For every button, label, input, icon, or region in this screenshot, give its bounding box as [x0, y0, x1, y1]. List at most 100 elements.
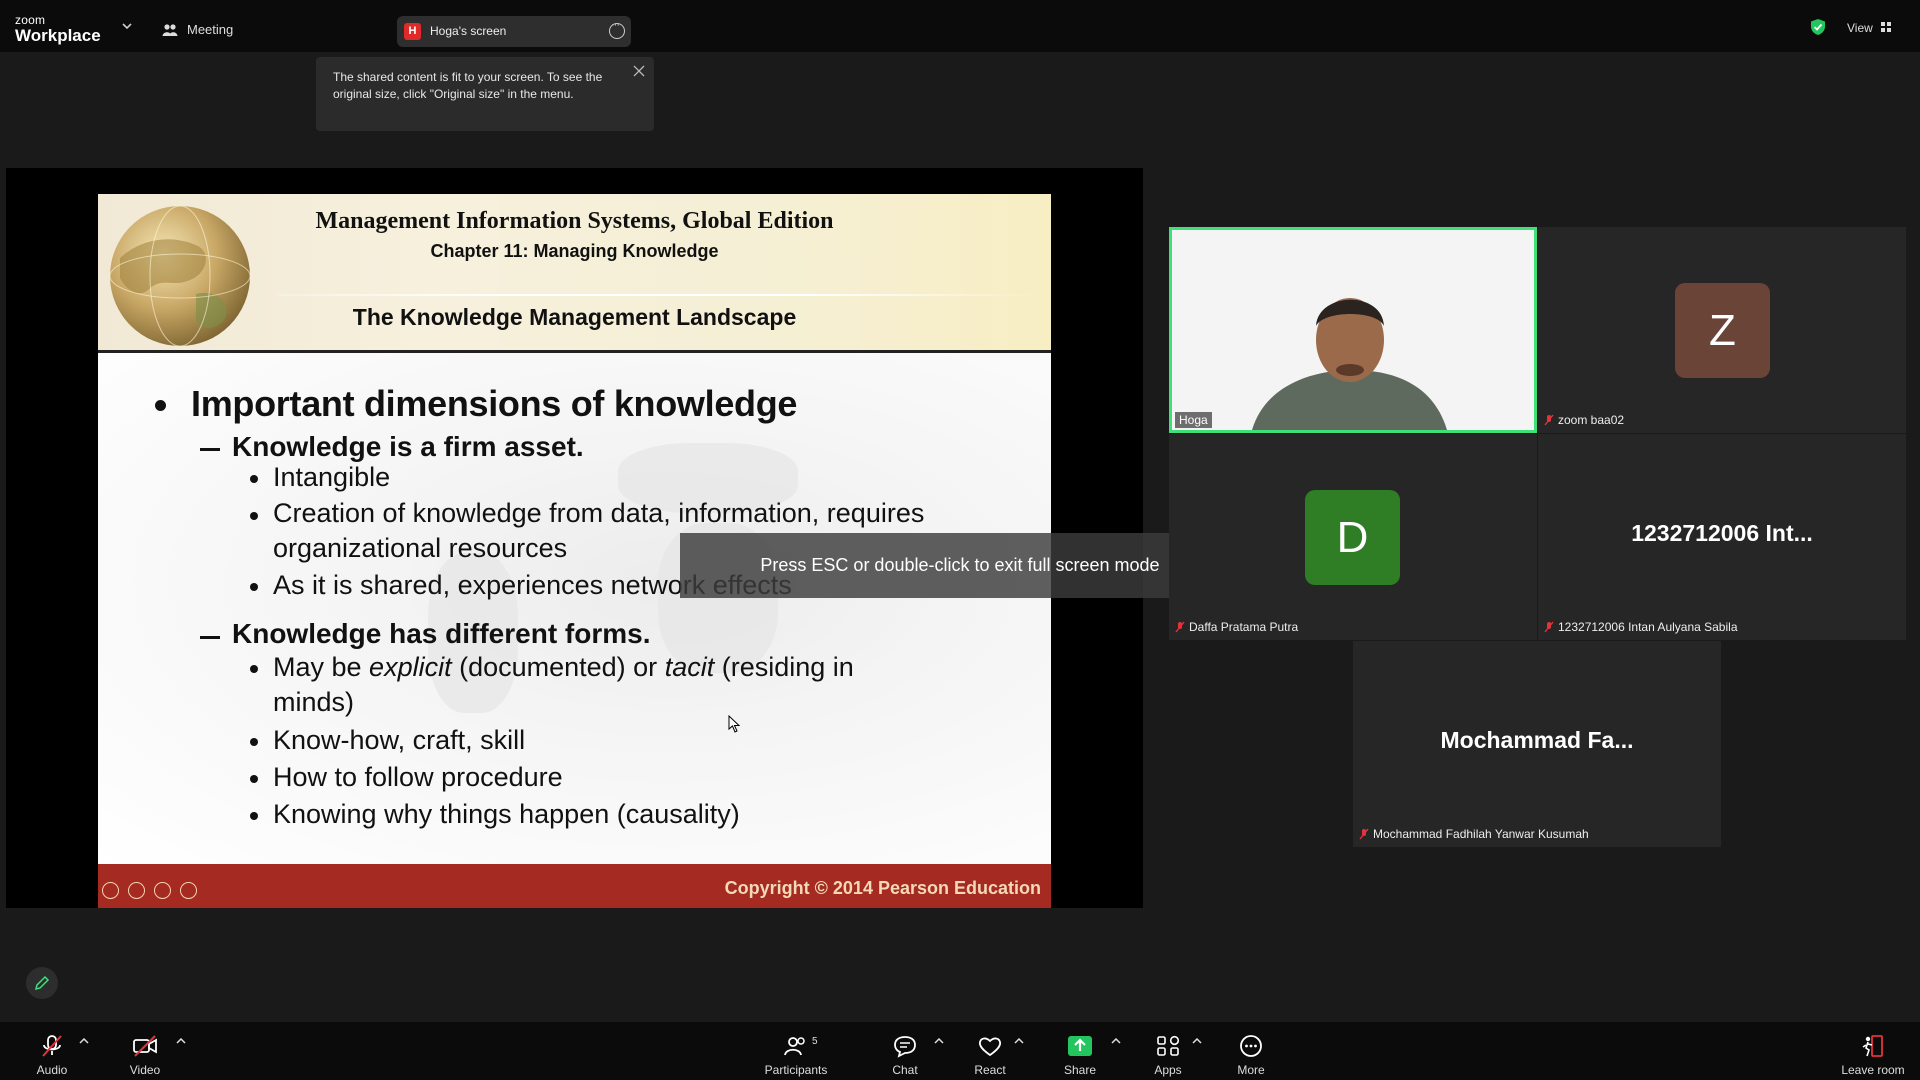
- text-run: May be: [273, 652, 370, 682]
- participant-label: zoom baa02: [1544, 413, 1624, 427]
- leave-icon: [1862, 1035, 1883, 1057]
- meeting-tab[interactable]: Meeting: [162, 22, 233, 37]
- participant-video: [1172, 230, 1534, 430]
- slide-body: Important dimensions of knowledge Knowle…: [98, 353, 1051, 864]
- chevron-up-icon[interactable]: [1192, 1038, 1202, 1044]
- participant-tile-zoom-baa02[interactable]: Z zoom baa02: [1538, 227, 1906, 433]
- next-slide-icon[interactable]: [180, 882, 197, 899]
- bullet: [250, 512, 258, 520]
- slide-nav-controls: [102, 882, 197, 899]
- slide-copyright: Copyright © 2014 Pearson Education: [724, 878, 1041, 898]
- view-button[interactable]: View: [1847, 21, 1873, 35]
- meeting-icon: [162, 23, 178, 36]
- share-button[interactable]: Share: [1060, 1034, 1100, 1077]
- chevron-up-icon[interactable]: [1111, 1038, 1121, 1044]
- bullet: [250, 812, 258, 820]
- more-circle-icon: [1240, 1035, 1262, 1057]
- slide-heading: Important dimensions of knowledge: [191, 383, 798, 424]
- dash-bullet: [200, 448, 220, 451]
- chevron-up-icon[interactable]: [1014, 1038, 1024, 1044]
- apps-label: Apps: [1154, 1063, 1182, 1077]
- meeting-label: Meeting: [187, 22, 234, 37]
- apps-button[interactable]: Apps: [1148, 1034, 1188, 1077]
- text-run: (residing in: [714, 652, 854, 682]
- bullet: [250, 475, 258, 483]
- video-label: Video: [129, 1063, 161, 1077]
- item-creation-cont: organizational resources: [273, 533, 568, 563]
- participant-display-name: 1232712006 Int...: [1631, 520, 1813, 546]
- mic-off-icon: [1359, 828, 1369, 840]
- participant-name: Daffa Pratama Putra: [1189, 620, 1299, 634]
- slide-section: The Knowledge Management Landscape: [352, 304, 797, 330]
- apps-icon: [1157, 1035, 1180, 1056]
- more-button[interactable]: More: [1231, 1034, 1271, 1077]
- participant-tile-daffa[interactable]: D Daffa Pratama Putra: [1169, 434, 1537, 640]
- close-icon[interactable]: [633, 65, 645, 77]
- more-icon[interactable]: [609, 19, 625, 39]
- mic-off-icon: [1544, 621, 1554, 633]
- chevron-up-icon[interactable]: [934, 1038, 944, 1044]
- pen-tool-icon[interactable]: [128, 882, 145, 899]
- participant-name: Hoga: [1175, 412, 1212, 428]
- chat-icon: [894, 1036, 916, 1058]
- prev-slide-icon[interactable]: [102, 882, 119, 899]
- leave-room-button[interactable]: Leave room: [1838, 1034, 1908, 1077]
- audio-button[interactable]: Audio: [32, 1034, 72, 1077]
- chevron-up-icon[interactable]: [79, 1038, 89, 1044]
- mic-off-icon: [1175, 621, 1185, 633]
- annotate-button[interactable]: [26, 967, 58, 999]
- text-explicit: explicit: [369, 652, 452, 682]
- video-off-icon: [133, 1035, 157, 1057]
- participant-name: Mochammad Fadhilah Yanwar Kusumah: [1373, 827, 1589, 841]
- participant-label: Mochammad Fadhilah Yanwar Kusumah: [1359, 827, 1589, 841]
- slide-title: Management Information Systems, Global E…: [315, 208, 834, 234]
- header-divider: [278, 294, 1038, 296]
- bullet: [250, 665, 258, 673]
- chevron-up-icon[interactable]: [176, 1038, 186, 1044]
- item-knowhow: Know-how, craft, skill: [273, 725, 526, 755]
- text-tacit: tacit: [664, 652, 715, 682]
- item-creation: Creation of knowledge from data, informa…: [273, 498, 925, 528]
- item-minds: minds): [273, 687, 355, 717]
- participants-label: Participants: [764, 1063, 828, 1077]
- view-grid-icon[interactable]: [1881, 22, 1891, 32]
- react-button[interactable]: React: [970, 1034, 1010, 1077]
- more-label: More: [1237, 1063, 1265, 1077]
- avatar: D: [1305, 490, 1400, 585]
- slide-footer: Copyright © 2014 Pearson Education: [98, 864, 1051, 908]
- meeting-toolbar: Audio Video Participants 5 Chat React Sh…: [0, 1022, 1920, 1080]
- fullscreen-toast: Press ESC or double-click to exit full s…: [680, 533, 1240, 598]
- participant-display-name: Mochammad Fa...: [1440, 727, 1634, 753]
- participants-button[interactable]: Participants: [762, 1034, 830, 1077]
- screen-share-pill[interactable]: H Hoga's screen: [397, 16, 631, 47]
- dash-bullet: [200, 636, 220, 639]
- leave-label: Leave room: [1841, 1063, 1905, 1077]
- slide-header: Management Information Systems, Global E…: [98, 194, 1051, 350]
- bullet: [250, 738, 258, 746]
- participant-tile-mochammad[interactable]: Mochammad Fa... Mochammad Fadhilah Yanwa…: [1353, 641, 1721, 847]
- chat-button[interactable]: Chat: [885, 1034, 925, 1077]
- chat-label: Chat: [892, 1063, 918, 1077]
- share-label: Hoga's screen: [430, 24, 507, 38]
- video-button[interactable]: Video: [124, 1034, 166, 1077]
- top-bar: zoom Workplace Meeting H Hoga's screen V…: [0, 0, 1920, 52]
- tooltip-text: The shared content is fit to your screen…: [333, 70, 603, 101]
- participant-tile-intan[interactable]: 1232712006 Int... 1232712006 Intan Aulya…: [1538, 434, 1906, 640]
- item-procedure: How to follow procedure: [273, 762, 563, 792]
- heart-icon: [978, 1037, 1002, 1057]
- participant-tile-hoga[interactable]: Hoga: [1169, 227, 1537, 433]
- slide-chapter: Chapter 11: Managing Knowledge: [430, 241, 719, 261]
- item-intangible: Intangible: [273, 462, 391, 492]
- fit-screen-tooltip: The shared content is fit to your screen…: [316, 57, 654, 131]
- brand-bottom: Workplace: [15, 26, 101, 45]
- zoom-workplace-logo[interactable]: zoom Workplace: [15, 14, 101, 44]
- share-label: Share: [1063, 1063, 1097, 1077]
- participant-name: 1232712006 Intan Aulyana Sabila: [1558, 620, 1738, 634]
- chevron-down-icon[interactable]: [122, 22, 132, 30]
- sub-heading-asset: Knowledge is a firm asset.: [232, 431, 584, 462]
- item-causality: Knowing why things happen (causality): [273, 799, 740, 829]
- pencil-icon: [34, 975, 50, 991]
- slide-menu-icon[interactable]: [154, 882, 171, 899]
- shield-icon[interactable]: [1810, 18, 1826, 36]
- mic-off-icon: [1544, 414, 1554, 426]
